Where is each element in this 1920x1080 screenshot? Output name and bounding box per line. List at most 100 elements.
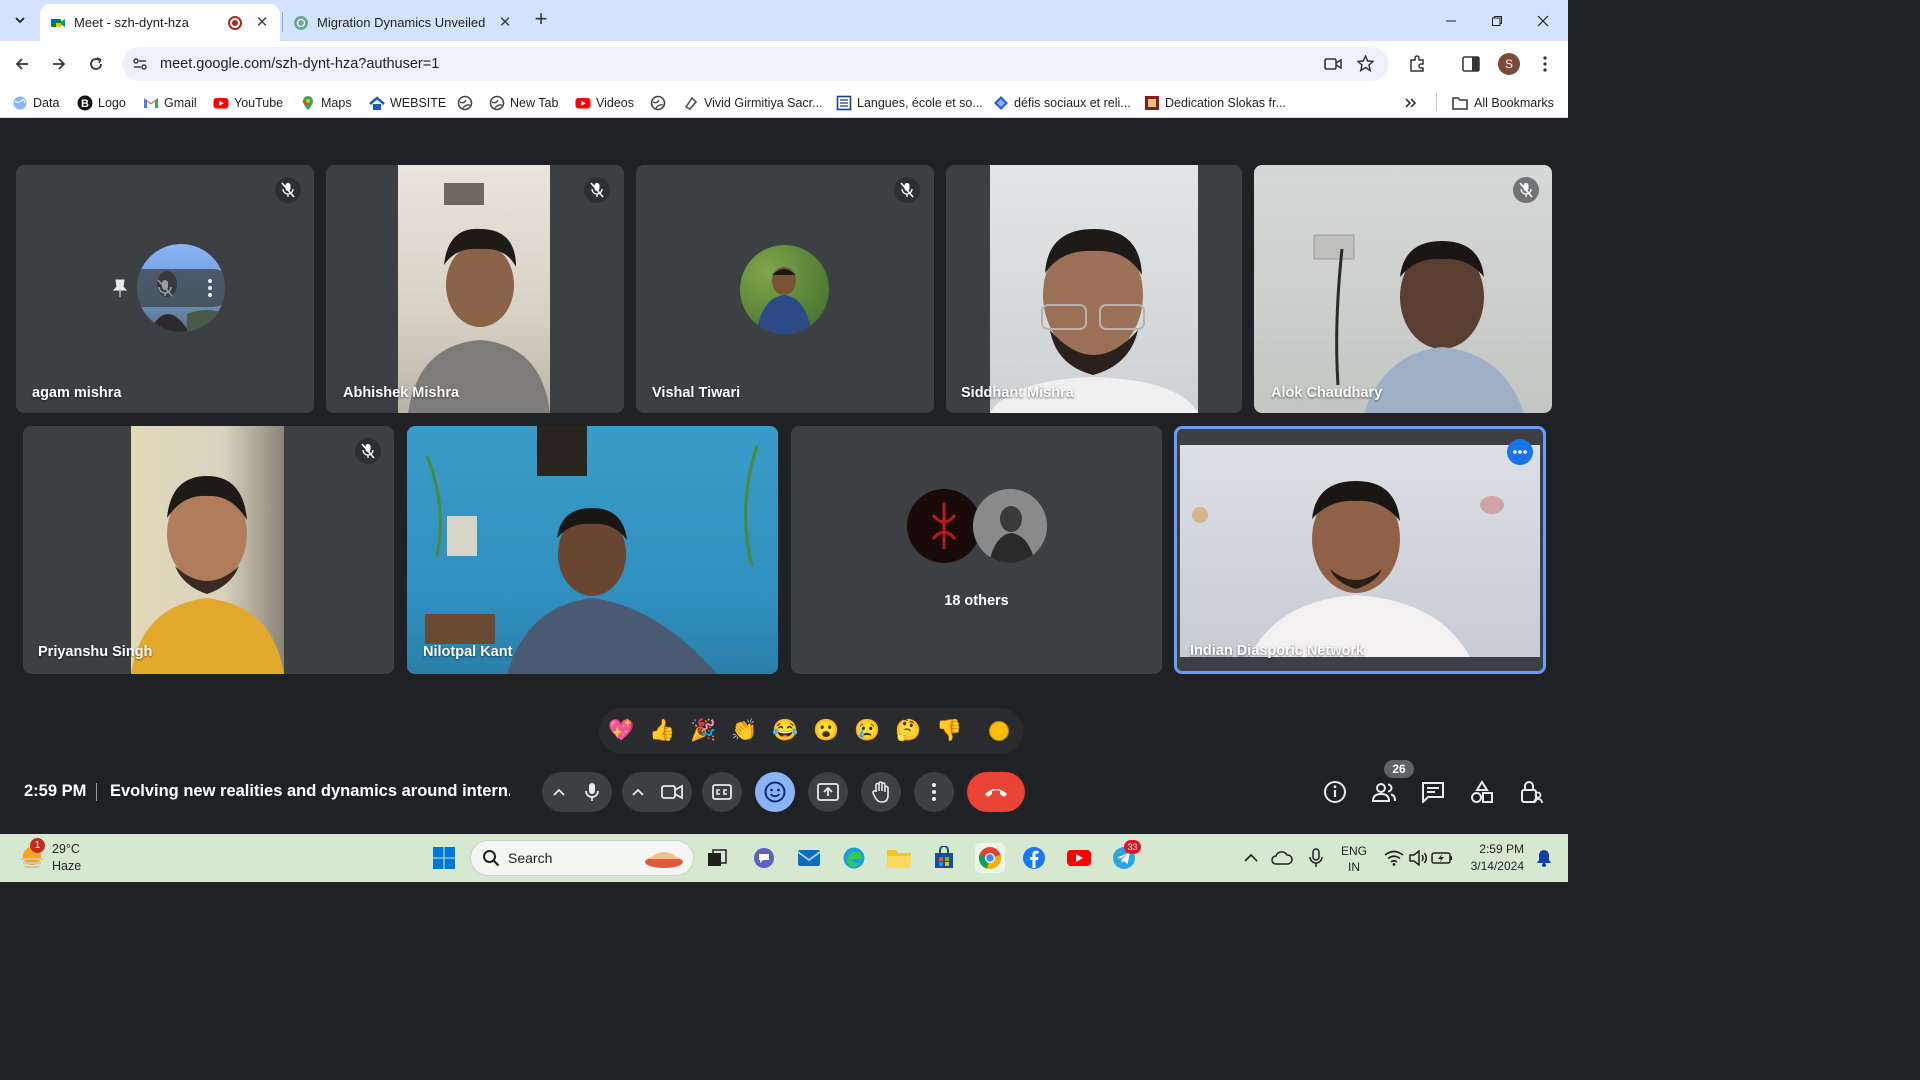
participant-tile-alok-chaudhary[interactable]: Alok Chaudhary	[1254, 165, 1552, 413]
microphone-in-use-indicator[interactable]	[1302, 844, 1330, 872]
bookmark-logo[interactable]: B Logo	[77, 94, 126, 112]
chrome-menu-button[interactable]	[1533, 52, 1557, 76]
skin-tone-picker[interactable]	[989, 721, 1009, 741]
participant-tile-agam-mishra[interactable]: agam mishra	[16, 165, 314, 413]
onedrive-button[interactable]	[1268, 844, 1296, 872]
store-button[interactable]	[930, 844, 958, 872]
people-button[interactable]	[1368, 776, 1400, 808]
tab-search-button[interactable]	[8, 8, 32, 32]
bookmark-star-icon[interactable]	[1357, 55, 1374, 72]
facebook-button[interactable]	[1020, 844, 1048, 872]
chevron-up-icon[interactable]	[632, 788, 644, 796]
microphone-button[interactable]	[572, 772, 612, 812]
host-controls-button[interactable]	[1515, 776, 1547, 808]
reload-button[interactable]	[84, 52, 108, 76]
reaction-thumbs-down[interactable]: 👎	[936, 719, 962, 743]
reaction-sad[interactable]: 😢	[854, 719, 880, 743]
extensions-button[interactable]	[1405, 52, 1429, 76]
participant-tile-vishal-tiwari[interactable]: Vishal Tiwari	[636, 165, 934, 413]
file-explorer-button[interactable]	[885, 844, 913, 872]
more-bookmarks-button[interactable]	[1404, 94, 1416, 112]
search-placeholder: Search	[508, 850, 553, 866]
globe-icon	[489, 95, 505, 111]
task-view-button[interactable]	[703, 844, 731, 872]
chrome-button[interactable]	[975, 843, 1005, 873]
camera-in-use-icon[interactable]	[1324, 57, 1342, 71]
edge-button[interactable]	[840, 844, 868, 872]
reaction-heart[interactable]: 💖	[608, 719, 634, 743]
more-vertical-icon[interactable]	[208, 279, 212, 297]
tile-options-button[interactable]	[1507, 439, 1533, 465]
bookmark-new-tab[interactable]: New Tab	[489, 94, 558, 112]
clock-time[interactable]: 2:59 PM	[1466, 842, 1524, 856]
bookmark-maps[interactable]: Maps	[300, 94, 352, 112]
minimize-button[interactable]	[1428, 0, 1474, 41]
telegram-button[interactable]: 33	[1110, 840, 1141, 872]
bookmark-langues[interactable]: Langues, école et so...	[836, 94, 983, 112]
close-tab-icon[interactable]: ✕	[254, 14, 270, 31]
new-tab-button[interactable]: +	[529, 8, 553, 32]
profile-avatar[interactable]: S	[1498, 53, 1520, 75]
reaction-clap[interactable]: 👏	[731, 719, 757, 743]
bookmark-untitled-2[interactable]	[650, 94, 671, 112]
forward-button[interactable]	[47, 52, 71, 76]
bookmark-dedication-slokas[interactable]: Dedication Slokas fr...	[1144, 94, 1286, 112]
bookmark-vivid-girmitiya[interactable]: Vivid Girmitiya Sacr...	[683, 94, 823, 112]
chevron-up-icon[interactable]	[553, 788, 565, 796]
teams-chat-button[interactable]	[750, 844, 778, 872]
language-code[interactable]: ENG	[1340, 844, 1368, 858]
captions-button[interactable]	[702, 772, 742, 812]
meeting-details-button[interactable]	[1319, 776, 1351, 808]
participant-tile-siddhant-mishra[interactable]: Siddhant Mishra	[946, 165, 1242, 413]
site-info-icon[interactable]	[132, 56, 148, 72]
url-text: meet.google.com/szh-dynt-hza?authuser=1	[160, 56, 440, 72]
mute-participant-icon[interactable]	[156, 278, 174, 298]
weather-widget[interactable]: 1	[18, 838, 46, 872]
close-tab-icon[interactable]: ✕	[497, 14, 513, 31]
tab-meet[interactable]: Meet - szh-dynt-hza ✕	[40, 4, 280, 41]
raise-hand-button[interactable]	[861, 772, 901, 812]
reactions-button[interactable]	[755, 772, 795, 812]
bookmark-untitled-1[interactable]	[457, 94, 478, 112]
reaction-surprised[interactable]: 😮	[813, 719, 839, 743]
camera-button[interactable]	[652, 772, 692, 812]
participant-tile-priyanshu-singh[interactable]: Priyanshu Singh	[23, 426, 394, 674]
bookmark-defis-sociaux[interactable]: défis sociaux et reli...	[993, 94, 1131, 112]
restore-button[interactable]	[1474, 0, 1520, 41]
chevron-down-icon	[15, 17, 25, 24]
participant-tile-indian-diasporic-network[interactable]: Indian Diasporic Network	[1174, 426, 1546, 674]
bookmark-youtube[interactable]: YouTube	[213, 94, 283, 112]
reaction-thumbs-up[interactable]: 👍	[649, 719, 675, 743]
more-options-button[interactable]	[914, 772, 954, 812]
reaction-party[interactable]: 🎉	[690, 719, 716, 743]
youtube-app-button[interactable]	[1065, 844, 1093, 872]
taskbar-search[interactable]: Search	[470, 840, 694, 876]
notifications-button[interactable]	[1530, 844, 1558, 872]
pin-icon[interactable]	[112, 278, 128, 298]
bookmark-website[interactable]: WEBSITE	[369, 94, 446, 112]
present-button[interactable]	[808, 772, 848, 812]
reaction-thinking[interactable]: 🤔	[895, 719, 921, 743]
bookmark-gmail[interactable]: Gmail	[143, 94, 197, 112]
bookmark-videos[interactable]: Videos	[575, 94, 634, 112]
all-bookmarks-button[interactable]: All Bookmarks	[1451, 94, 1554, 112]
participant-tile-nilotpal-kant[interactable]: Nilotpal Kant	[407, 426, 778, 674]
show-hidden-icons-button[interactable]	[1237, 844, 1265, 872]
edge-icon	[843, 847, 865, 869]
address-bar[interactable]: meet.google.com/szh-dynt-hza?authuser=1	[122, 47, 1388, 81]
close-window-button[interactable]	[1520, 0, 1566, 41]
tab-migration-dynamics[interactable]: Migration Dynamics Unveiled ✕	[283, 4, 523, 41]
start-button[interactable]	[430, 844, 458, 872]
side-panel-button[interactable]	[1459, 52, 1483, 76]
battery-status[interactable]	[1428, 844, 1456, 872]
bookmark-data[interactable]: Data	[12, 94, 59, 112]
minimize-icon	[1446, 20, 1456, 21]
participant-tile-abhishek-mishra[interactable]: Abhishek Mishra	[326, 165, 624, 413]
activities-button[interactable]	[1466, 776, 1498, 808]
participant-tile-others[interactable]: 18 others	[791, 426, 1162, 674]
mail-button[interactable]	[795, 844, 823, 872]
chat-button[interactable]	[1417, 776, 1449, 808]
reaction-laugh[interactable]: 😂	[772, 719, 798, 743]
back-button[interactable]	[10, 52, 34, 76]
leave-call-button[interactable]	[967, 772, 1025, 812]
